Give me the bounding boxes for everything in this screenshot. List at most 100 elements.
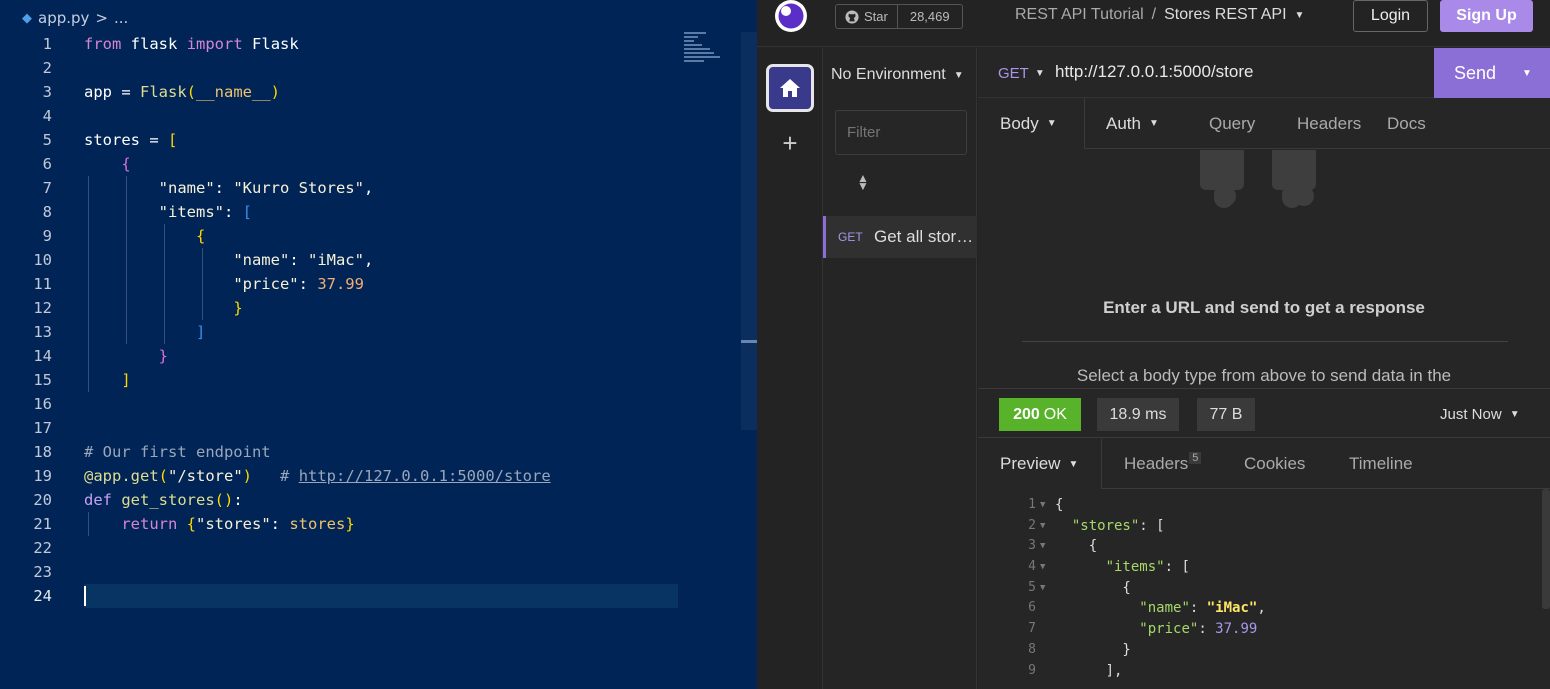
code-line: 13 ]	[0, 320, 700, 344]
empty-state-illustration	[1200, 150, 1316, 208]
tab-preview[interactable]: Preview ▼	[978, 439, 1102, 489]
text-cursor	[84, 586, 86, 606]
response-line: 4 ▼ "items": [	[978, 557, 1543, 578]
method-selector[interactable]: GET ▼	[998, 65, 1045, 82]
scrollbar-marker	[741, 340, 757, 343]
chevron-down-icon[interactable]: ▼	[1295, 10, 1305, 21]
tab-body[interactable]: Body ▼	[978, 98, 1085, 149]
filter-input[interactable]	[835, 110, 967, 155]
fold-icon[interactable]: ▼	[1040, 495, 1045, 516]
tab-docs[interactable]: Docs	[1371, 98, 1451, 149]
line-number: 1	[42, 35, 52, 53]
fold-icon[interactable]: ▼	[1040, 578, 1045, 599]
code-line: 17	[0, 416, 700, 440]
empty-state-title: Enter a URL and send to get a response	[1103, 298, 1425, 317]
insomnia-app: Star 28,469 REST API Tutorial / Stores R…	[757, 0, 1550, 689]
fold-icon[interactable]: ▼	[1040, 516, 1045, 537]
minimap[interactable]	[684, 32, 740, 72]
line-number: 15	[33, 371, 52, 389]
environment-selector[interactable]: No Environment ▼	[831, 66, 964, 84]
github-star-button[interactable]: Star 28,469	[835, 4, 963, 29]
code-line: 16	[0, 392, 700, 416]
breadcrumb-separator: >	[95, 9, 108, 27]
code-line: 20 def get_stores():	[0, 488, 700, 512]
line-number: 18	[33, 443, 52, 461]
code-line: 19 @app.get("/store") # http://127.0.0.1:…	[0, 464, 700, 488]
tab-query[interactable]: Query	[1181, 98, 1277, 149]
response-line: 5 ▼ {	[978, 578, 1543, 599]
left-rail: +	[757, 48, 823, 689]
sidebar-request-item[interactable]: GET Get all stores	[823, 216, 977, 258]
divider	[1022, 341, 1508, 342]
python-file-icon: ◆	[22, 10, 32, 26]
line-number: 6	[42, 155, 52, 173]
fold-icon[interactable]: ▼	[1040, 536, 1045, 557]
response-line: 9 ],	[1028, 662, 1123, 679]
response-scrollbar[interactable]	[1542, 489, 1550, 609]
chevron-down-icon: ▼	[1034, 68, 1045, 79]
line-number: 17	[33, 419, 52, 437]
line-number: 24	[33, 587, 52, 605]
tab-timeline[interactable]: Timeline	[1327, 439, 1427, 489]
code-line: 21 return {"stores": stores}	[0, 512, 700, 536]
send-button[interactable]: Send ▼	[1434, 48, 1550, 98]
star-count: 28,469	[909, 9, 950, 24]
code-line: 23	[0, 560, 700, 584]
url-bar: GET ▼ Send ▼	[978, 48, 1550, 98]
line-number: 2	[42, 59, 52, 77]
line-number: 19	[33, 467, 52, 485]
tab-auth[interactable]: Auth ▼	[1085, 98, 1181, 149]
response-time: 18.9 ms	[1097, 398, 1179, 431]
chevron-down-icon: ▼	[1068, 458, 1079, 470]
line-number: 4	[42, 107, 52, 125]
code-lines[interactable]: 1 from flask import Flask 2 3 app = Flask(…	[0, 32, 700, 608]
chevron-down-icon: ▼	[1046, 118, 1057, 129]
home-icon	[780, 79, 800, 97]
line-number: 11	[33, 275, 52, 293]
tab-headers[interactable]: Headers	[1277, 98, 1371, 149]
signup-button[interactable]: Sign Up	[1440, 0, 1533, 32]
line-number: 22	[33, 539, 52, 557]
code-line: 14 }	[0, 344, 700, 368]
main-pane: GET ▼ Send ▼ Body▼ Auth▼ Query Headers D…	[978, 48, 1550, 689]
response-line: 8 }	[1028, 641, 1131, 658]
breadcrumb-separator: /	[1151, 6, 1157, 23]
headers-count-badge: 5	[1189, 452, 1202, 464]
breadcrumb-more[interactable]: ...	[114, 9, 128, 27]
chevron-down-icon: ▼	[1148, 118, 1159, 129]
line-number: 14	[33, 347, 52, 365]
tab-cookies[interactable]: Cookies	[1224, 439, 1327, 489]
line-number: 12	[33, 299, 52, 317]
line-number: 20	[33, 491, 52, 509]
response-history-dropdown[interactable]: Just Now ▼	[1440, 406, 1520, 423]
insomnia-logo-icon[interactable]	[772, 0, 810, 34]
chevron-down-icon[interactable]: ▼	[1522, 68, 1532, 79]
fold-icon[interactable]: ▼	[1040, 557, 1045, 578]
tab-response-headers[interactable]: Headers 5	[1102, 439, 1224, 489]
comment-link[interactable]: http://127.0.0.1:5000/store	[299, 467, 551, 485]
response-preview[interactable]: 1 ▼{ 2 ▼ "stores": [ 3 ▼ { 4 ▼ "items": [ 5 ▼…	[978, 489, 1543, 689]
sort-icon[interactable]: ▲ ▼	[857, 172, 869, 192]
send-label: Send	[1454, 62, 1497, 83]
response-status-bar: 200 OK 18.9 ms 77 B Just Now ▼	[978, 388, 1550, 438]
login-button[interactable]: Login	[1353, 0, 1428, 32]
code-line: 22	[0, 536, 700, 560]
code-editor[interactable]: ◆ app.py > ... 1 from flask import Flask …	[0, 0, 757, 689]
code-line: 5 stores = [	[0, 128, 700, 152]
project-breadcrumb: REST API Tutorial / Stores REST API ▼	[1015, 6, 1304, 24]
response-tabs: Preview ▼ Headers 5 Cookies Timeline	[978, 439, 1550, 489]
home-button[interactable]	[766, 64, 814, 112]
editor-scrollbar[interactable]	[741, 32, 757, 430]
editor-breadcrumb: ◆ app.py > ...	[22, 8, 128, 28]
url-input[interactable]	[1055, 62, 1425, 82]
chevron-down-icon: ▼	[953, 69, 964, 81]
breadcrumb-collection[interactable]: Stores REST API	[1164, 6, 1286, 24]
code-line: 7 "name": "Kurro Stores",	[0, 176, 700, 200]
request-name: Get all stores	[874, 227, 974, 246]
plus-icon[interactable]: +	[777, 130, 803, 156]
code-line: 1 from flask import Flask	[0, 32, 700, 56]
response-line: 3 ▼ {	[978, 536, 1543, 557]
code-line: 15 ]	[0, 368, 700, 392]
breadcrumb-file[interactable]: app.py	[38, 9, 89, 27]
breadcrumb-project[interactable]: REST API Tutorial	[1015, 6, 1144, 24]
